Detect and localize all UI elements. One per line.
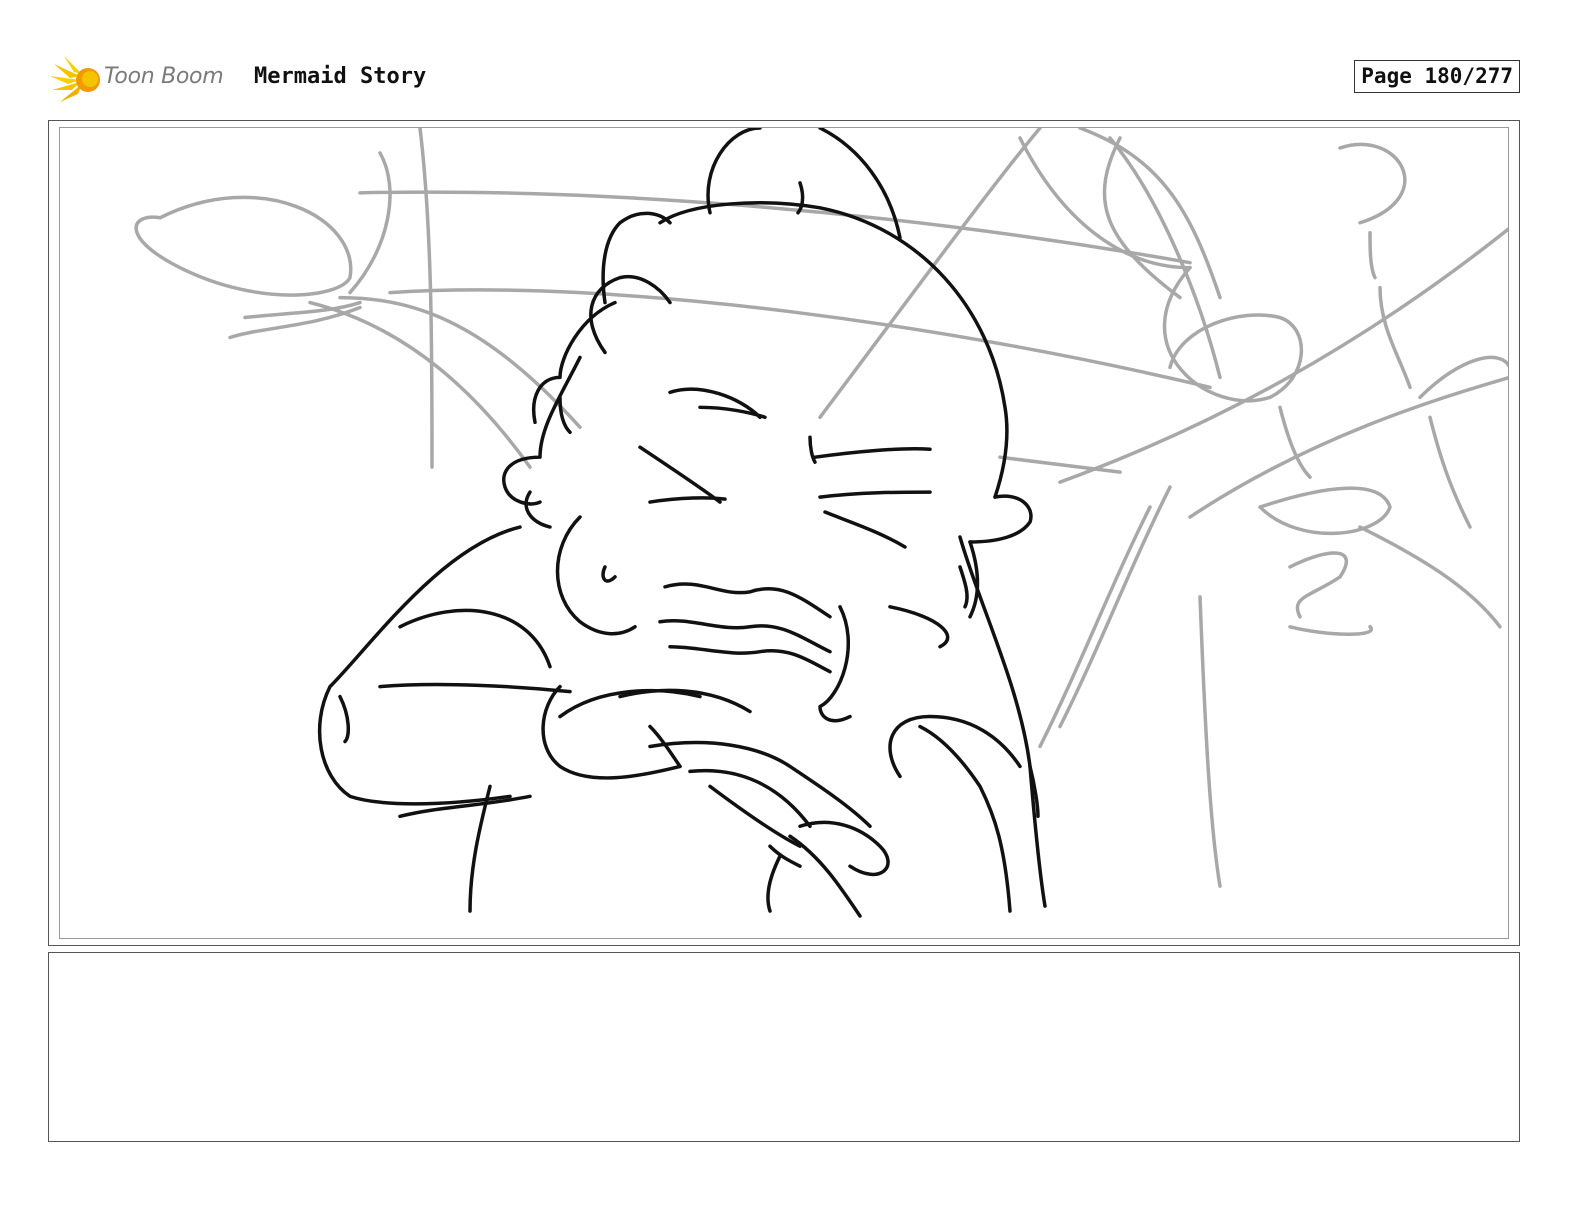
storyboard-panel bbox=[48, 120, 1520, 946]
logo-text: Toon Boom bbox=[104, 64, 224, 89]
panel-image-area bbox=[59, 127, 1509, 939]
storyboard-sketch-image bbox=[134, 128, 1508, 918]
page-number-badge: Page 180/277 bbox=[1354, 60, 1520, 93]
sun-burst-icon bbox=[50, 56, 100, 102]
project-title: Mermaid Story bbox=[254, 64, 427, 89]
toon-boom-logo: Toon Boom bbox=[50, 54, 240, 108]
page-header: Toon Boom Mermaid Story Page 180/277 bbox=[0, 0, 1584, 115]
panel-notes-box bbox=[48, 952, 1520, 1142]
